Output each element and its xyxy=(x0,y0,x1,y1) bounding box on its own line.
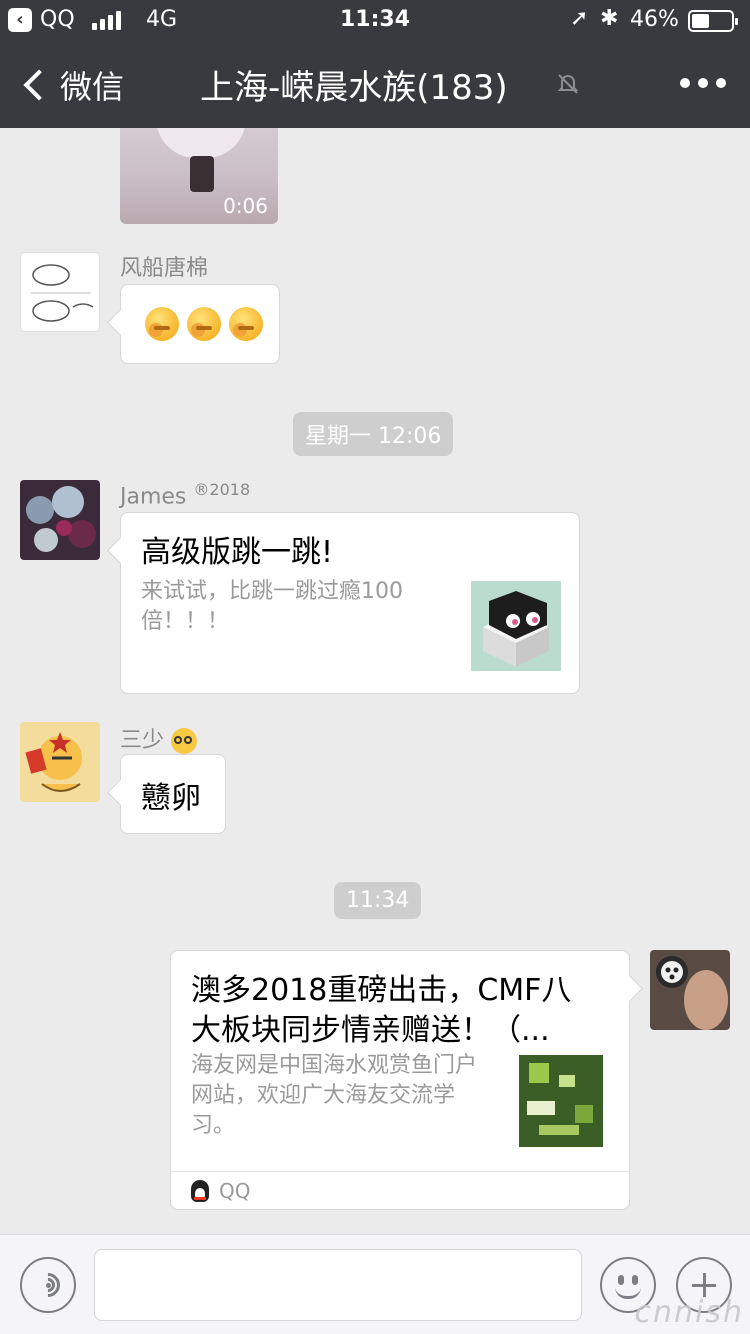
more-options-icon[interactable] xyxy=(680,78,726,88)
link-card[interactable]: 澳多2018重磅出击，CMF八大板块同步情亲赠送！（... 海友网是中国海水观赏… xyxy=(170,950,630,1210)
video-duration: 0:06 xyxy=(223,194,268,218)
chevron-left-icon xyxy=(23,69,55,101)
smirk-emoji-icon xyxy=(229,307,263,341)
sender-name: 三少 xyxy=(120,722,198,754)
qq-penguin-icon xyxy=(191,1180,209,1202)
text-message[interactable]: 戆卵 xyxy=(120,754,226,834)
sender-name-text: 三少 xyxy=(120,728,165,753)
back-label: 微信 xyxy=(60,68,125,106)
link-thumbnail xyxy=(519,1055,603,1147)
battery-percent: 46% xyxy=(630,7,679,32)
watermark: cnnish xyxy=(634,1295,744,1330)
link-description: 海友网是中国海水观赏鱼门户网站，欢迎广大海友交流学习。 xyxy=(191,1053,478,1138)
smirk-emoji-icon xyxy=(145,307,179,341)
link-title: 高级版跳一跳! xyxy=(141,535,334,570)
card-source: QQ xyxy=(191,1179,250,1203)
link-thumbnail xyxy=(471,581,561,671)
battery-icon xyxy=(688,10,738,32)
sender-name: James ®2018 xyxy=(120,480,250,509)
mute-bell-icon xyxy=(557,74,579,94)
chat-title: 上海-嵘晨水族(183) xyxy=(200,68,508,108)
video-message[interactable]: 0:06 xyxy=(120,128,278,224)
message-input[interactable] xyxy=(94,1249,582,1321)
avatar[interactable] xyxy=(20,252,100,332)
emoji-message[interactable] xyxy=(120,284,280,364)
bluetooth-icon: ✱ xyxy=(600,6,619,31)
avatar[interactable] xyxy=(20,722,100,802)
timestamp: 11:34 xyxy=(334,882,422,919)
input-bar: cnnish xyxy=(0,1234,750,1334)
sender-name: 风船唐棉 xyxy=(120,256,209,281)
card-divider xyxy=(171,1171,629,1172)
smirk-emoji-icon xyxy=(187,307,221,341)
back-button[interactable]: 微信 xyxy=(18,62,124,108)
link-card[interactable]: 高级版跳一跳! 来试试，比跳一跳过瘾100倍！！！ xyxy=(120,512,580,694)
chat-area[interactable]: 0:06 风船唐棉 星期一 12:06 James ®2018 高级版跳一跳! … xyxy=(0,128,750,1234)
message-text: 戆卵 xyxy=(141,781,201,816)
sender-badge: ®2018 xyxy=(193,480,251,499)
sender-name-text: James xyxy=(120,484,187,510)
location-icon: ➚ xyxy=(570,6,589,31)
link-title: 澳多2018重磅出击，CMF八大板块同步情亲赠送！（... xyxy=(191,973,572,1048)
voice-input-button[interactable] xyxy=(20,1257,76,1313)
avatar[interactable] xyxy=(20,480,100,560)
status-bar: ‹ QQ 4G 11:34 ➚ ✱ 46% xyxy=(0,0,750,40)
timestamp: 星期一 12:06 xyxy=(293,412,454,456)
nerd-emoji-icon xyxy=(171,728,198,754)
source-label: QQ xyxy=(219,1179,251,1203)
link-description: 来试试，比跳一跳过瘾100倍！！！ xyxy=(141,579,403,634)
avatar[interactable] xyxy=(650,950,730,1030)
top-bar: ‹ QQ 4G 11:34 ➚ ✱ 46% 微信 上海-嵘晨水族(183) xyxy=(0,0,750,128)
